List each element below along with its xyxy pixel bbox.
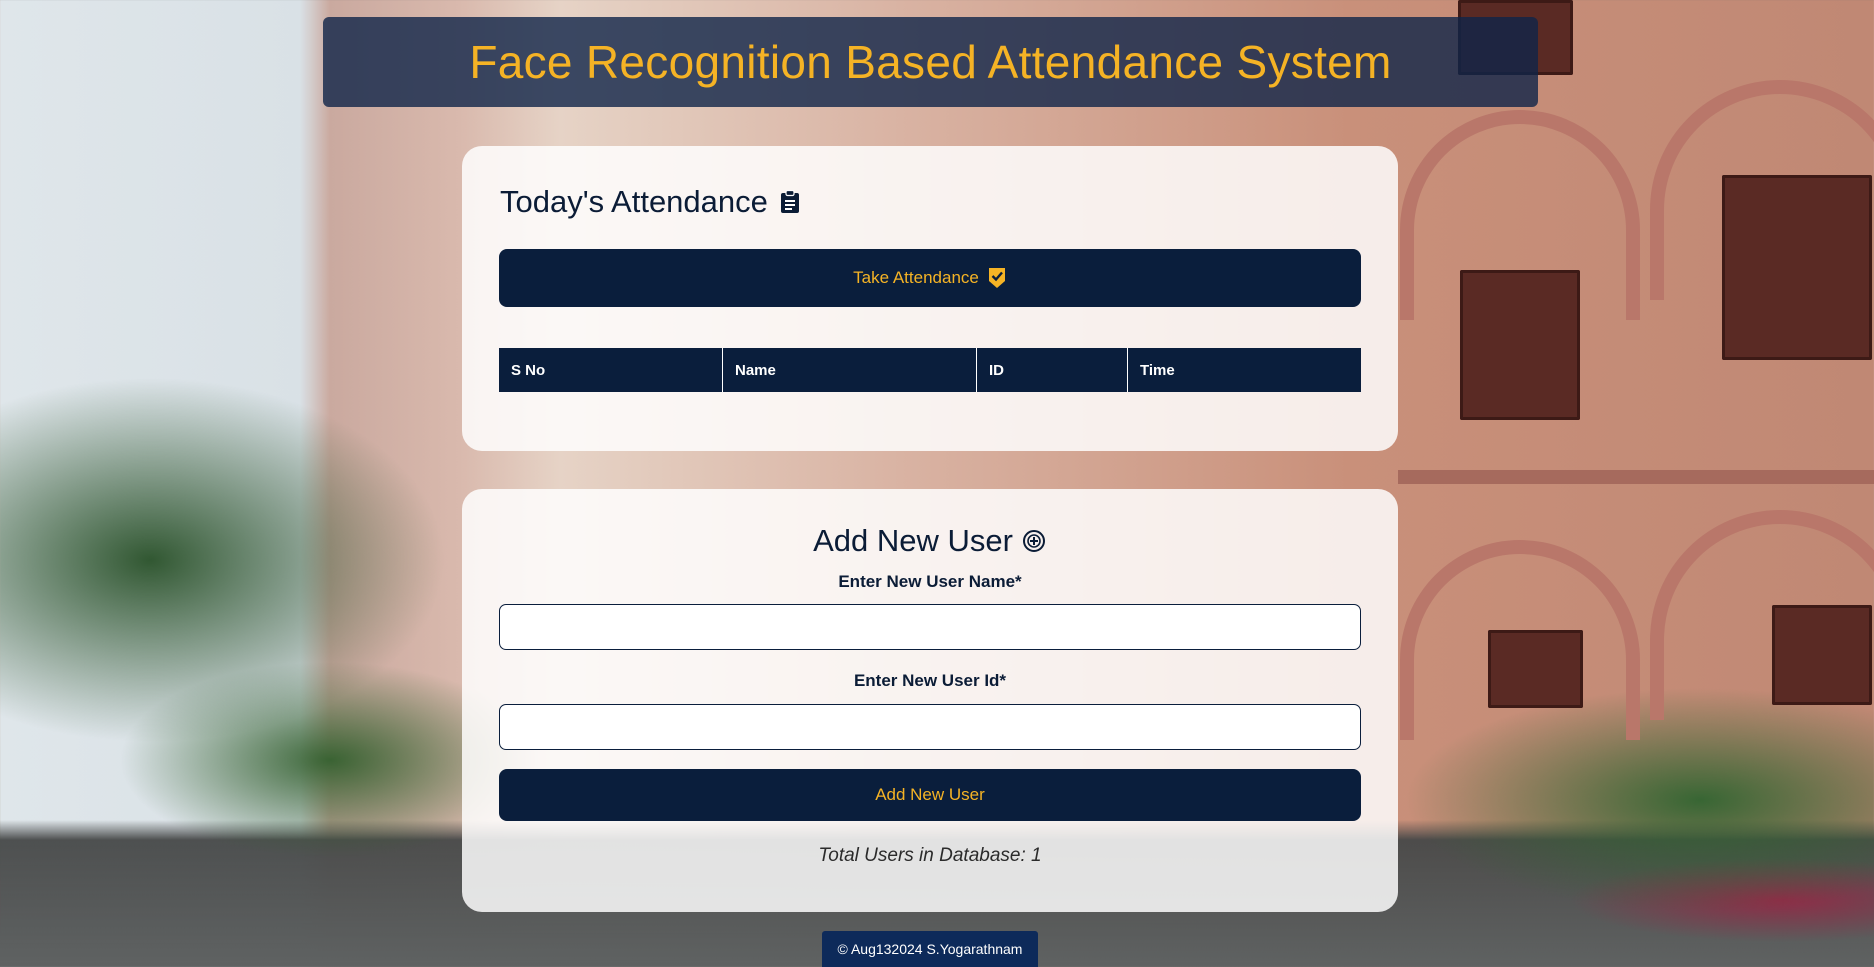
column-header-sno: S No	[499, 348, 723, 392]
app-header: Face Recognition Based Attendance System	[323, 17, 1538, 107]
add-user-card: Add New User Enter New User Name* Enter …	[462, 489, 1398, 912]
add-new-user-button[interactable]: Add New User	[499, 769, 1361, 821]
page-title: Face Recognition Based Attendance System	[469, 36, 1392, 88]
take-attendance-label: Take Attendance	[853, 268, 979, 287]
total-users-text: Total Users in Database: 1	[818, 845, 1042, 866]
new-user-name-input[interactable]	[499, 604, 1361, 650]
footer-text: © Aug132024 S.Yogarathnam	[837, 941, 1023, 957]
verified-check-icon	[987, 267, 1007, 289]
take-attendance-button[interactable]: Take Attendance	[499, 249, 1361, 307]
add-circle-icon	[1021, 528, 1047, 554]
attendance-card: Today's Attendance Take Attendance S No …	[462, 146, 1398, 451]
new-user-name-label: Enter New User Name*	[838, 572, 1022, 591]
bg-window	[1772, 605, 1872, 705]
bg-sill	[1398, 470, 1874, 484]
column-header-name: Name	[722, 348, 977, 392]
add-new-user-label: Add New User	[875, 785, 985, 804]
add-user-title-text: Add New User	[813, 523, 1013, 558]
new-user-id-label: Enter New User Id*	[853, 671, 1007, 690]
new-user-id-input[interactable]	[499, 704, 1361, 750]
attendance-table: S No Name ID Time	[499, 348, 1361, 392]
bg-window	[1488, 630, 1583, 708]
clipboard-icon	[780, 190, 800, 214]
table-header-row: S No Name ID Time	[499, 348, 1361, 392]
attendance-title-text: Today's Attendance	[500, 184, 768, 219]
bg-window	[1722, 175, 1872, 360]
attendance-title: Today's Attendance	[500, 184, 800, 220]
add-user-title: Add New User	[462, 523, 1398, 559]
bg-window	[1460, 270, 1580, 420]
column-header-time: Time	[1127, 348, 1361, 392]
column-header-id: ID	[976, 348, 1128, 392]
footer-credit: © Aug132024 S.Yogarathnam	[822, 931, 1038, 967]
